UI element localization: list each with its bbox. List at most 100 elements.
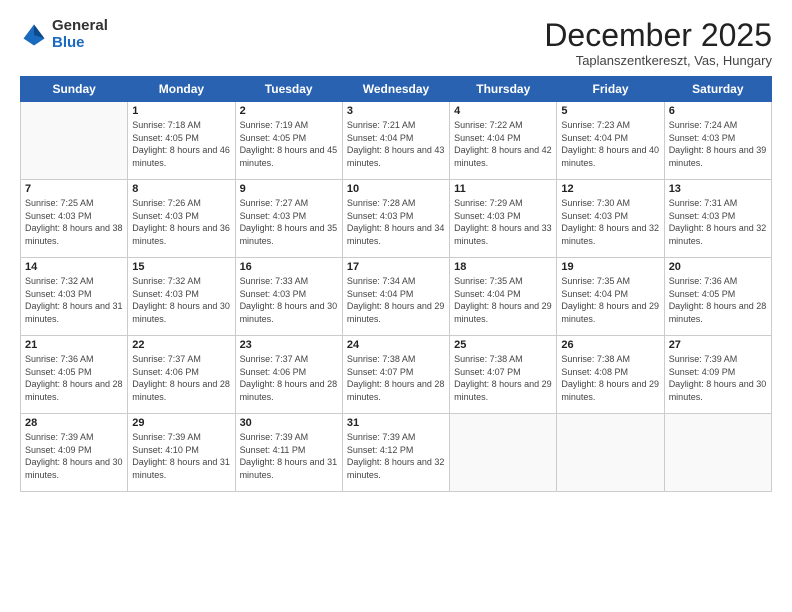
table-row: 31 Sunrise: 7:39 AMSunset: 4:12 PMDayligh… — [342, 414, 449, 492]
day-info: Sunrise: 7:37 AMSunset: 4:06 PMDaylight:… — [132, 353, 230, 403]
day-info: Sunrise: 7:24 AMSunset: 4:03 PMDaylight:… — [669, 119, 767, 169]
table-row: 28Sunrise: 7:39 AMSunset: 4:09 PMDayligh… — [21, 414, 128, 492]
day-number: 13 — [669, 183, 767, 195]
day-info: Sunrise: 7:39 AMSunset: 4:09 PMDaylight:… — [669, 353, 767, 403]
day-number: 29 — [132, 417, 230, 429]
day-number: 4 — [454, 105, 552, 117]
day-info: Sunrise: 7:36 AMSunset: 4:05 PMDaylight:… — [669, 275, 767, 325]
day-info: Sunrise: 7:32 AMSunset: 4:03 PMDaylight:… — [132, 275, 230, 325]
day-info: Sunrise: 7:35 AMSunset: 4:04 PMDaylight:… — [454, 275, 552, 325]
day-number: 5 — [561, 105, 659, 117]
table-row: 14Sunrise: 7:32 AMSunset: 4:03 PMDayligh… — [21, 258, 128, 336]
day-number: 21 — [25, 339, 123, 351]
day-info: Sunrise: 7:23 AMSunset: 4:04 PMDaylight:… — [561, 119, 659, 169]
day-info: Sunrise: 7:27 AMSunset: 4:03 PMDaylight:… — [240, 197, 338, 247]
day-number: 27 — [669, 339, 767, 351]
table-row: 27 Sunrise: 7:39 AMSunset: 4:09 PMDayligh… — [664, 336, 771, 414]
day-info: Sunrise: 7:37 AMSunset: 4:06 PMDaylight:… — [240, 353, 338, 403]
logo: General Blue — [20, 18, 108, 51]
calendar-table: Sunday Monday Tuesday Wednesday Thursday… — [20, 76, 772, 492]
day-info: Sunrise: 7:28 AMSunset: 4:03 PMDaylight:… — [347, 197, 445, 247]
table-row: 13 Sunrise: 7:31 AMSunset: 4:03 PMDayligh… — [664, 180, 771, 258]
day-number: 6 — [669, 105, 767, 117]
table-row: 19 Sunrise: 7:35 AMSunset: 4:04 PMDayligh… — [557, 258, 664, 336]
day-number: 23 — [240, 339, 338, 351]
table-row: 18 Sunrise: 7:35 AMSunset: 4:04 PMDayligh… — [450, 258, 557, 336]
table-row: 9 Sunrise: 7:27 AMSunset: 4:03 PMDaylight… — [235, 180, 342, 258]
day-number: 12 — [561, 183, 659, 195]
day-info: Sunrise: 7:21 AMSunset: 4:04 PMDaylight:… — [347, 119, 445, 169]
header: General Blue December 2025 Taplanszentke… — [20, 18, 772, 68]
table-row: 29Sunrise: 7:39 AMSunset: 4:10 PMDayligh… — [128, 414, 235, 492]
table-row — [21, 102, 128, 180]
col-thursday: Thursday — [450, 77, 557, 102]
table-row: 25 Sunrise: 7:38 AMSunset: 4:07 PMDayligh… — [450, 336, 557, 414]
month-title: December 2025 — [544, 18, 772, 53]
table-row: 20 Sunrise: 7:36 AMSunset: 4:05 PMDayligh… — [664, 258, 771, 336]
day-info: Sunrise: 7:34 AMSunset: 4:04 PMDaylight:… — [347, 275, 445, 325]
col-friday: Friday — [557, 77, 664, 102]
day-number: 16 — [240, 261, 338, 273]
day-number: 11 — [454, 183, 552, 195]
day-number: 15 — [132, 261, 230, 273]
calendar-week-row: 21Sunrise: 7:36 AMSunset: 4:05 PMDayligh… — [21, 336, 772, 414]
day-info: Sunrise: 7:19 AMSunset: 4:05 PMDaylight:… — [240, 119, 338, 169]
day-info: Sunrise: 7:39 AMSunset: 4:11 PMDaylight:… — [240, 431, 338, 481]
table-row: 15 Sunrise: 7:32 AMSunset: 4:03 PMDayligh… — [128, 258, 235, 336]
location-label: Taplanszentkereszt, Vas, Hungary — [544, 53, 772, 68]
table-row: 10 Sunrise: 7:28 AMSunset: 4:03 PMDayligh… — [342, 180, 449, 258]
day-number: 31 — [347, 417, 445, 429]
day-number: 30 — [240, 417, 338, 429]
calendar-header-row: Sunday Monday Tuesday Wednesday Thursday… — [21, 77, 772, 102]
calendar-week-row: 14Sunrise: 7:32 AMSunset: 4:03 PMDayligh… — [21, 258, 772, 336]
table-row: 1Sunrise: 7:18 AMSunset: 4:05 PMDaylight… — [128, 102, 235, 180]
calendar-week-row: 28Sunrise: 7:39 AMSunset: 4:09 PMDayligh… — [21, 414, 772, 492]
table-row: 21Sunrise: 7:36 AMSunset: 4:05 PMDayligh… — [21, 336, 128, 414]
day-info: Sunrise: 7:39 AMSunset: 4:12 PMDaylight:… — [347, 431, 445, 481]
col-monday: Monday — [128, 77, 235, 102]
table-row — [450, 414, 557, 492]
page: General Blue December 2025 Taplanszentke… — [0, 0, 792, 612]
day-number: 1 — [132, 105, 230, 117]
day-info: Sunrise: 7:38 AMSunset: 4:07 PMDaylight:… — [454, 353, 552, 403]
day-info: Sunrise: 7:26 AMSunset: 4:03 PMDaylight:… — [132, 197, 230, 247]
day-info: Sunrise: 7:25 AMSunset: 4:03 PMDaylight:… — [25, 197, 123, 247]
day-info: Sunrise: 7:33 AMSunset: 4:03 PMDaylight:… — [240, 275, 338, 325]
day-number: 9 — [240, 183, 338, 195]
day-number: 7 — [25, 183, 123, 195]
calendar-week-row: 7 Sunrise: 7:25 AMSunset: 4:03 PMDaylight… — [21, 180, 772, 258]
table-row: 2Sunrise: 7:19 AMSunset: 4:05 PMDaylight… — [235, 102, 342, 180]
table-row: 26 Sunrise: 7:38 AMSunset: 4:08 PMDayligh… — [557, 336, 664, 414]
day-number: 28 — [25, 417, 123, 429]
day-number: 26 — [561, 339, 659, 351]
day-number: 20 — [669, 261, 767, 273]
logo-text: General Blue — [52, 18, 108, 51]
logo-icon — [20, 21, 48, 49]
day-number: 19 — [561, 261, 659, 273]
day-number: 3 — [347, 105, 445, 117]
logo-general-label: General — [52, 18, 108, 35]
day-info: Sunrise: 7:38 AMSunset: 4:07 PMDaylight:… — [347, 353, 445, 403]
table-row: 17Sunrise: 7:34 AMSunset: 4:04 PMDayligh… — [342, 258, 449, 336]
day-info: Sunrise: 7:22 AMSunset: 4:04 PMDaylight:… — [454, 119, 552, 169]
col-wednesday: Wednesday — [342, 77, 449, 102]
day-number: 24 — [347, 339, 445, 351]
col-sunday: Sunday — [21, 77, 128, 102]
day-info: Sunrise: 7:35 AMSunset: 4:04 PMDaylight:… — [561, 275, 659, 325]
day-info: Sunrise: 7:30 AMSunset: 4:03 PMDaylight:… — [561, 197, 659, 247]
title-block: December 2025 Taplanszentkereszt, Vas, H… — [544, 18, 772, 68]
table-row: 3 Sunrise: 7:21 AMSunset: 4:04 PMDaylight… — [342, 102, 449, 180]
table-row: 4 Sunrise: 7:22 AMSunset: 4:04 PMDaylight… — [450, 102, 557, 180]
table-row: 23 Sunrise: 7:37 AMSunset: 4:06 PMDayligh… — [235, 336, 342, 414]
day-number: 10 — [347, 183, 445, 195]
table-row: 8 Sunrise: 7:26 AMSunset: 4:03 PMDaylight… — [128, 180, 235, 258]
col-tuesday: Tuesday — [235, 77, 342, 102]
day-number: 18 — [454, 261, 552, 273]
table-row: 16 Sunrise: 7:33 AMSunset: 4:03 PMDayligh… — [235, 258, 342, 336]
day-number: 25 — [454, 339, 552, 351]
day-number: 8 — [132, 183, 230, 195]
day-info: Sunrise: 7:31 AMSunset: 4:03 PMDaylight:… — [669, 197, 767, 247]
table-row: 11Sunrise: 7:29 AMSunset: 4:03 PMDayligh… — [450, 180, 557, 258]
table-row — [557, 414, 664, 492]
day-info: Sunrise: 7:38 AMSunset: 4:08 PMDaylight:… — [561, 353, 659, 403]
